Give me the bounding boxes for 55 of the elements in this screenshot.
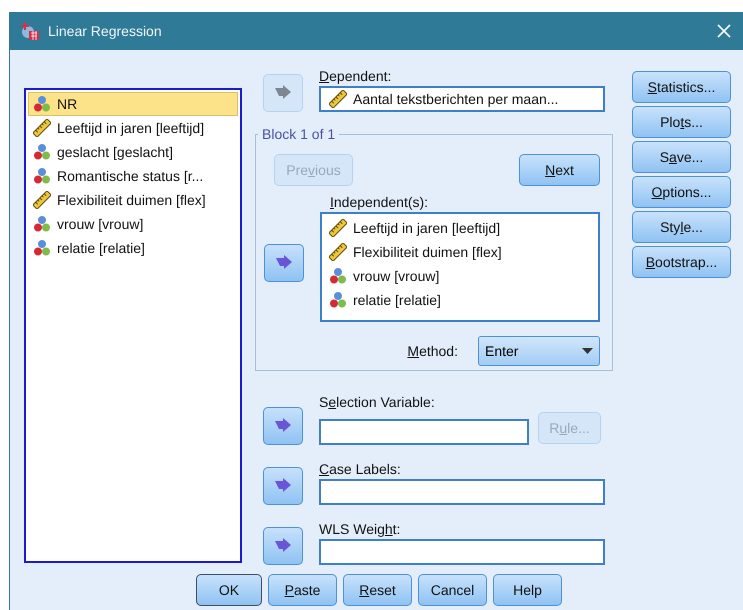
group-title: Block 1 of 1 xyxy=(261,126,336,142)
dialog-button[interactable]: Help xyxy=(493,574,562,606)
arrow-icon xyxy=(274,418,292,434)
next-button[interactable]: Next xyxy=(519,154,600,186)
side-button[interactable]: Options... xyxy=(632,176,731,208)
move-arrow-button[interactable] xyxy=(263,527,303,565)
move-arrow-button[interactable] xyxy=(263,467,303,505)
method-dropdown[interactable]: Enter xyxy=(478,336,600,366)
dependent-field[interactable]: Aantal tekstberichten per maan... xyxy=(319,86,605,112)
side-button[interactable]: Style... xyxy=(632,211,731,243)
side-button[interactable]: Bootstrap... xyxy=(632,246,731,278)
input-field[interactable] xyxy=(319,419,529,445)
input-field[interactable] xyxy=(319,479,605,505)
variable-item[interactable]: relatie [relatie] xyxy=(324,288,596,312)
window-title: Linear Regression xyxy=(48,23,163,39)
variable-item[interactable]: vrouw [vrouw] xyxy=(324,264,596,288)
close-icon[interactable] xyxy=(717,24,731,38)
arrow-icon xyxy=(275,255,293,271)
dialog-button[interactable]: Cancel xyxy=(418,574,487,606)
nominal-icon xyxy=(33,239,51,257)
caret-icon xyxy=(582,348,593,354)
move-arrow-button[interactable] xyxy=(264,244,304,282)
arrow-icon xyxy=(274,85,292,101)
nominal-icon xyxy=(33,143,51,161)
field-label: Case Labels: xyxy=(319,461,402,477)
arrow-icon xyxy=(274,478,292,494)
variable-item[interactable]: Flexibiliteit duimen [flex] xyxy=(28,188,238,212)
nominal-icon xyxy=(329,267,347,285)
nominal-icon xyxy=(33,215,51,233)
field-label: Dependent: xyxy=(319,68,392,84)
variable-item[interactable]: Romantische status [r... xyxy=(28,164,238,188)
variable-item[interactable]: Leeftijd in jaren [leeftijd] xyxy=(28,116,238,140)
variable-item[interactable]: Leeftijd in jaren [leeftijd] xyxy=(324,216,596,240)
move-arrow-button[interactable] xyxy=(263,407,303,445)
field-label: WLS Weight: xyxy=(319,521,402,537)
app-icon xyxy=(20,21,40,41)
side-button[interactable]: Plots... xyxy=(632,106,731,138)
variable-item[interactable]: geslacht [geslacht] xyxy=(28,140,238,164)
dialog-button[interactable]: OK xyxy=(196,574,262,606)
nominal-icon xyxy=(329,291,347,309)
variable-item[interactable]: relatie [relatie] xyxy=(28,236,238,260)
nominal-icon xyxy=(33,95,51,113)
field-label: Independent(s): xyxy=(329,194,430,210)
input-field[interactable] xyxy=(319,539,605,565)
dialog-button[interactable]: Paste xyxy=(268,574,337,606)
dialog-button[interactable]: Reset xyxy=(343,574,412,606)
nominal-icon xyxy=(33,167,51,185)
variable-item[interactable]: Flexibiliteit duimen [flex] xyxy=(324,240,596,264)
variable-item[interactable]: vrouw [vrouw] xyxy=(28,212,238,236)
arrow-icon xyxy=(274,538,292,554)
side-button[interactable]: Save... xyxy=(632,141,731,173)
side-button[interactable]: Statistics... xyxy=(632,71,731,103)
field-label: Selection Variable: xyxy=(319,394,436,410)
field-label: Method: xyxy=(407,343,458,359)
variable-item[interactable]: NR xyxy=(28,92,238,116)
